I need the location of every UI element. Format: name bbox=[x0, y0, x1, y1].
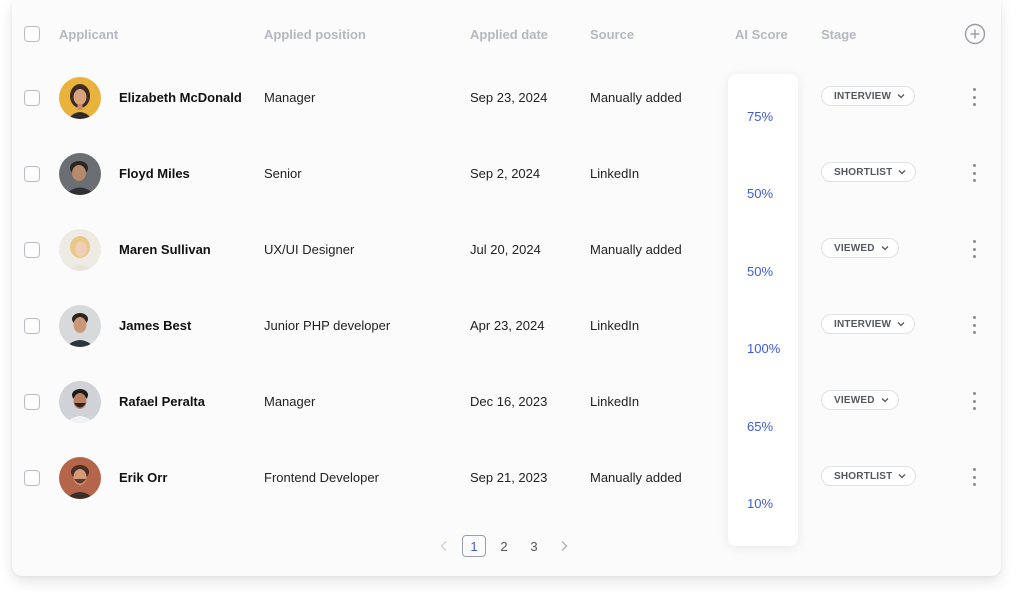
applied-position: Manager bbox=[264, 394, 316, 409]
avatar bbox=[59, 153, 101, 195]
avatar bbox=[59, 305, 101, 347]
applied-position: Frontend Developer bbox=[264, 470, 379, 485]
page-button-2[interactable]: 2 bbox=[492, 535, 516, 557]
avatar bbox=[59, 457, 101, 499]
chevron-down-icon bbox=[881, 398, 889, 403]
avatar bbox=[59, 381, 101, 423]
ai-score: 50% bbox=[747, 186, 774, 201]
table-row[interactable]: Maren Sullivan UX/UI Designer Jul 20, 20… bbox=[0, 212, 1024, 288]
stage-label: SHORTLIST bbox=[834, 166, 893, 178]
applied-date: Sep 21, 2023 bbox=[470, 470, 548, 485]
chevron-down-icon bbox=[897, 94, 905, 99]
applied-date: Apr 23, 2024 bbox=[470, 318, 545, 333]
stage-dropdown[interactable]: VIEWED bbox=[821, 390, 899, 410]
pagination: 1 2 3 bbox=[0, 535, 1024, 559]
applicant-name[interactable]: Floyd Miles bbox=[119, 166, 190, 181]
stage-dropdown[interactable]: SHORTLIST bbox=[821, 466, 917, 486]
stage-dropdown[interactable]: SHORTLIST bbox=[821, 162, 917, 182]
avatar bbox=[59, 77, 101, 119]
row-checkbox[interactable] bbox=[24, 166, 40, 182]
ai-score: 10% bbox=[747, 496, 774, 511]
applied-date: Sep 23, 2024 bbox=[470, 90, 548, 105]
add-column-button[interactable] bbox=[964, 23, 986, 45]
applicant-name[interactable]: Elizabeth McDonald bbox=[119, 90, 242, 105]
source: LinkedIn bbox=[590, 394, 640, 409]
source: Manually added bbox=[590, 470, 682, 485]
chevron-right-icon[interactable] bbox=[557, 539, 571, 553]
applicant-name[interactable]: Rafael Peralta bbox=[119, 394, 205, 409]
row-menu-button[interactable] bbox=[966, 85, 982, 109]
applicant-name[interactable]: Maren Sullivan bbox=[119, 242, 211, 257]
select-all-checkbox[interactable] bbox=[24, 26, 40, 42]
row-menu-button[interactable] bbox=[966, 389, 982, 413]
row-checkbox[interactable] bbox=[24, 242, 40, 258]
stage-dropdown[interactable]: INTERVIEW bbox=[821, 86, 916, 106]
header-applied-position[interactable]: Applied position bbox=[264, 27, 366, 42]
table-row[interactable]: Erik Orr Frontend Developer Sep 21, 2023… bbox=[0, 440, 1024, 516]
stage-label: INTERVIEW bbox=[834, 90, 892, 102]
chevron-down-icon bbox=[899, 474, 906, 479]
stage-label: SHORTLIST bbox=[834, 470, 893, 482]
table-row[interactable]: Floyd Miles Senior Sep 2, 2024 LinkedIn … bbox=[0, 136, 1024, 212]
chevron-down-icon bbox=[881, 246, 889, 251]
ai-score: 100% bbox=[747, 341, 781, 356]
row-menu-button[interactable] bbox=[966, 237, 982, 261]
row-menu-button[interactable] bbox=[966, 161, 982, 185]
applied-position: Junior PHP developer bbox=[264, 318, 391, 333]
row-checkbox[interactable] bbox=[24, 318, 40, 334]
page-button-1[interactable]: 1 bbox=[462, 535, 486, 557]
plus-circle-icon bbox=[964, 23, 986, 45]
source: Manually added bbox=[590, 90, 682, 105]
row-checkbox[interactable] bbox=[24, 394, 40, 410]
header-ai-score[interactable]: AI Score bbox=[735, 27, 788, 42]
applied-position: UX/UI Designer bbox=[264, 242, 355, 257]
row-menu-button[interactable] bbox=[966, 313, 982, 337]
page-button-3[interactable]: 3 bbox=[522, 535, 546, 557]
chevron-left-icon[interactable] bbox=[437, 539, 451, 553]
stage-dropdown[interactable]: VIEWED bbox=[821, 238, 899, 258]
ai-score: 65% bbox=[747, 419, 774, 434]
stage-dropdown[interactable]: INTERVIEW bbox=[821, 314, 916, 334]
stage-label: VIEWED bbox=[834, 394, 875, 406]
chevron-down-icon bbox=[897, 322, 905, 327]
stage-label: INTERVIEW bbox=[834, 318, 892, 330]
avatar bbox=[59, 229, 101, 271]
header-applicant[interactable]: Applicant bbox=[59, 27, 118, 42]
source: LinkedIn bbox=[590, 318, 640, 333]
applied-date: Sep 2, 2024 bbox=[470, 166, 541, 181]
applied-position: Manager bbox=[264, 90, 316, 105]
table-row[interactable]: Elizabeth McDonald Manager Sep 23, 2024 … bbox=[0, 60, 1024, 136]
header-stage[interactable]: Stage bbox=[821, 27, 856, 42]
row-checkbox[interactable] bbox=[24, 470, 40, 486]
ai-score: 50% bbox=[747, 264, 774, 279]
applied-date: Dec 16, 2023 bbox=[470, 394, 548, 409]
applied-date: Jul 20, 2024 bbox=[470, 242, 541, 257]
applicant-name[interactable]: James Best bbox=[119, 318, 191, 333]
chevron-down-icon bbox=[899, 170, 906, 175]
row-checkbox[interactable] bbox=[24, 90, 40, 106]
source: LinkedIn bbox=[590, 166, 640, 181]
ai-score: 75% bbox=[747, 109, 774, 124]
applicant-name[interactable]: Erik Orr bbox=[119, 470, 167, 485]
table-row[interactable]: Rafael Peralta Manager Dec 16, 2023 Link… bbox=[0, 364, 1024, 440]
header-source[interactable]: Source bbox=[590, 27, 634, 42]
table-row[interactable]: James Best Junior PHP developer Apr 23, … bbox=[0, 288, 1024, 364]
row-menu-button[interactable] bbox=[966, 465, 982, 489]
header-applied-date[interactable]: Applied date bbox=[470, 27, 548, 42]
stage-label: VIEWED bbox=[834, 242, 875, 254]
source: Manually added bbox=[590, 242, 682, 257]
applied-position: Senior bbox=[264, 166, 302, 181]
